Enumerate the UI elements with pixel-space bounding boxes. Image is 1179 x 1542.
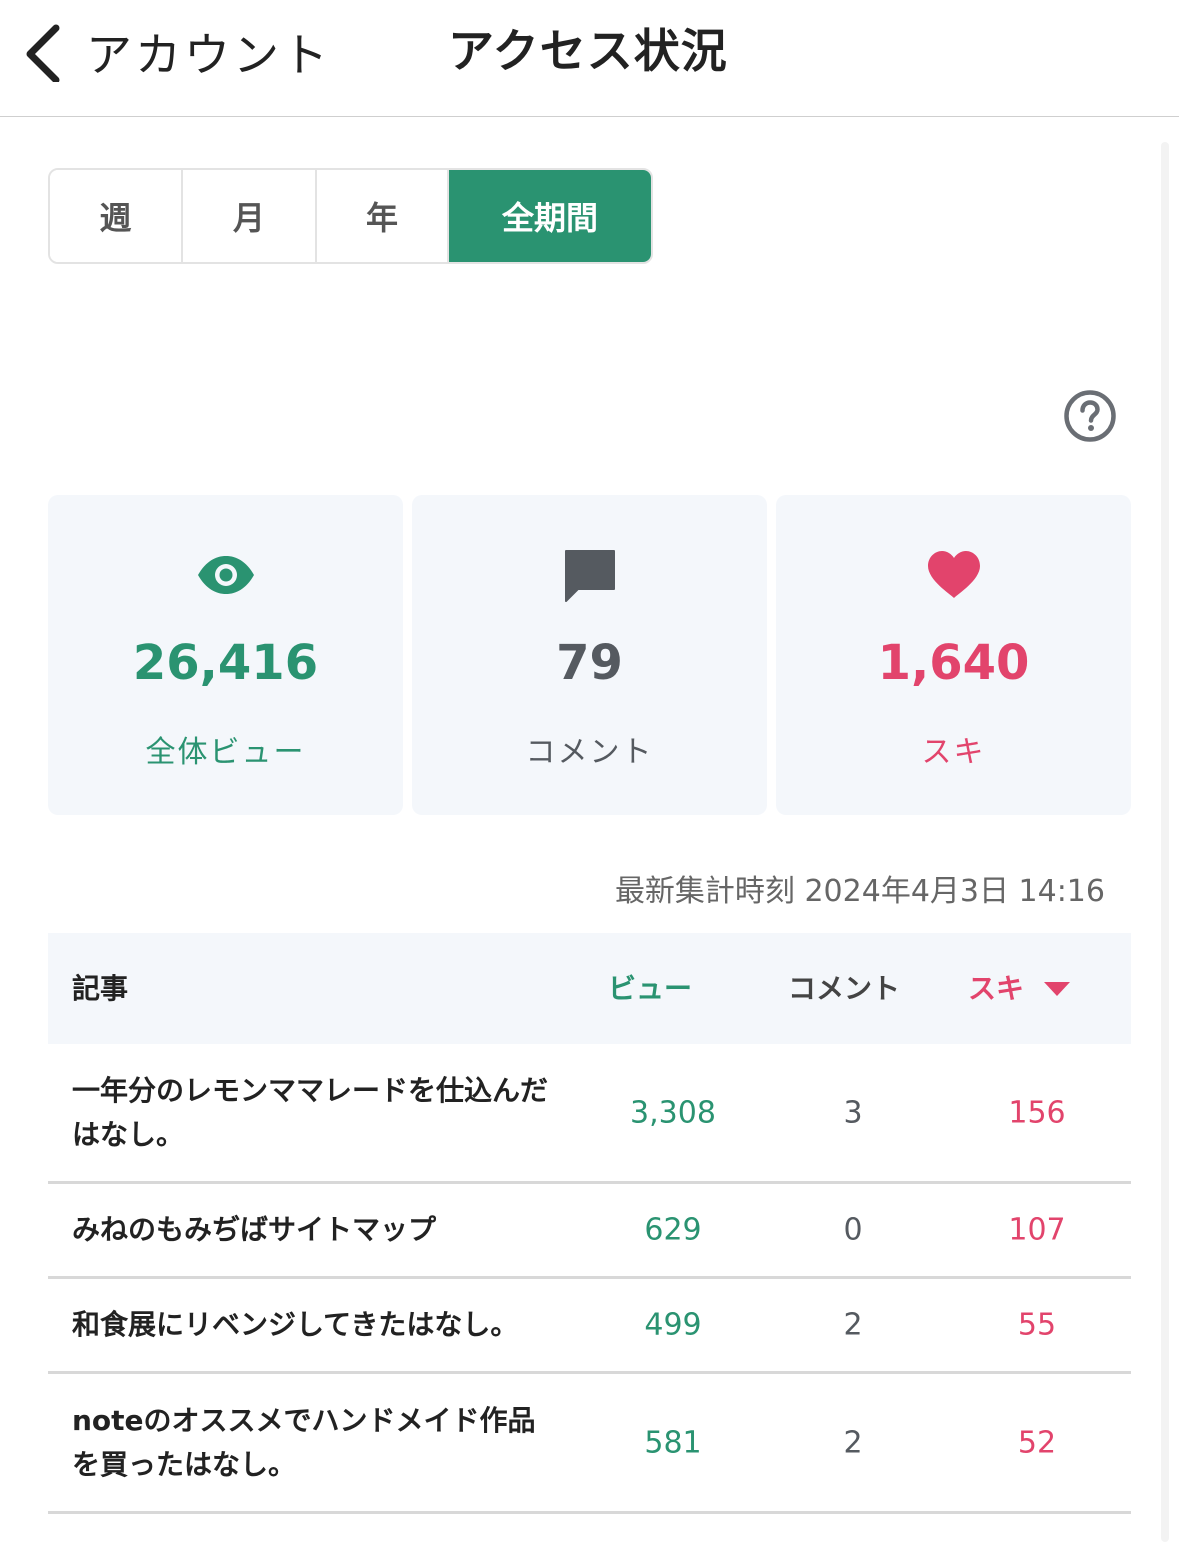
page-title: アクセス状況 [448, 24, 728, 78]
article-views: 581 [644, 1425, 702, 1460]
back-button[interactable]: アカウント [20, 14, 331, 90]
table-row[interactable]: 一年分のレモンママレードを仕込んだはなし。 3,308 3 156 [48, 1044, 1131, 1184]
stat-card-likes: 1,640 スキ [776, 495, 1131, 815]
column-header-comments[interactable]: コメント [788, 933, 900, 1044]
access-status-page: アカウント アクセス状況 週 月 年 全期間 26,416 全体ビュー 79 コ… [0, 0, 1179, 1542]
article-likes: 156 [1008, 1095, 1066, 1130]
table-row[interactable]: noteのオススメでハンドメイド作品を買ったはなし。 581 2 52 [48, 1374, 1131, 1514]
heart-icon [927, 551, 980, 598]
help-button[interactable] [1063, 389, 1117, 443]
article-stats-table: 記事 ビュー コメント スキ 一年分のレモンママレードを仕込んだはなし。 3,3… [48, 933, 1131, 1514]
period-tabs: 週 月 年 全期間 [48, 168, 653, 264]
question-circle-icon [1064, 390, 1116, 442]
article-views: 629 [644, 1212, 702, 1248]
last-updated: 最新集計時刻 2024年4月3日 14:16 [614, 874, 1105, 909]
tab-year[interactable]: 年 [317, 170, 449, 262]
back-label: アカウント [86, 28, 331, 82]
sort-down-icon [1044, 981, 1071, 996]
article-title[interactable]: 和食展にリベンジしてきたはなし。 [72, 1303, 552, 1347]
eye-icon [197, 556, 254, 594]
stat-card-comments: 79 コメント [412, 495, 767, 815]
article-comments: 2 [843, 1307, 863, 1343]
comment-icon [564, 550, 615, 602]
tab-week[interactable]: 週 [50, 170, 183, 262]
comments-total: 79 [556, 635, 623, 691]
table-row[interactable]: みねのもみぢばサイトマップ 629 0 107 [48, 1184, 1131, 1279]
views-label: 全体ビュー [145, 735, 306, 770]
article-views: 499 [644, 1307, 702, 1343]
tab-all-time[interactable]: 全期間 [449, 170, 651, 262]
article-comments: 3 [843, 1095, 863, 1130]
article-title[interactable]: 一年分のレモンママレードを仕込んだはなし。 [72, 1069, 552, 1157]
chevron-left-icon [26, 24, 60, 82]
column-header-likes[interactable]: スキ [968, 933, 1071, 1044]
table-row[interactable]: 和食展にリベンジしてきたはなし。 499 2 55 [48, 1279, 1131, 1374]
article-likes: 55 [1017, 1307, 1057, 1343]
tab-month[interactable]: 月 [183, 170, 317, 262]
column-header-likes-label: スキ [968, 972, 1025, 1005]
article-likes: 52 [1017, 1425, 1057, 1460]
scrollbar[interactable] [1161, 142, 1169, 1542]
article-comments: 0 [843, 1212, 863, 1248]
table-header: 記事 ビュー コメント スキ [48, 933, 1131, 1044]
likes-label: スキ [921, 735, 986, 770]
views-total: 26,416 [132, 635, 319, 691]
stat-card-views: 26,416 全体ビュー [48, 495, 403, 815]
article-comments: 2 [843, 1425, 863, 1460]
comments-label: コメント [525, 735, 654, 770]
article-title[interactable]: みねのもみぢばサイトマップ [72, 1208, 552, 1252]
column-header-views[interactable]: ビュー [608, 933, 692, 1044]
article-likes: 107 [1008, 1212, 1066, 1248]
article-title[interactable]: noteのオススメでハンドメイド作品を買ったはなし。 [72, 1399, 552, 1487]
column-header-article: 記事 [72, 972, 129, 1005]
article-views: 3,308 [630, 1095, 716, 1130]
likes-total: 1,640 [877, 635, 1030, 691]
header: アカウント アクセス状況 [0, 0, 1179, 117]
